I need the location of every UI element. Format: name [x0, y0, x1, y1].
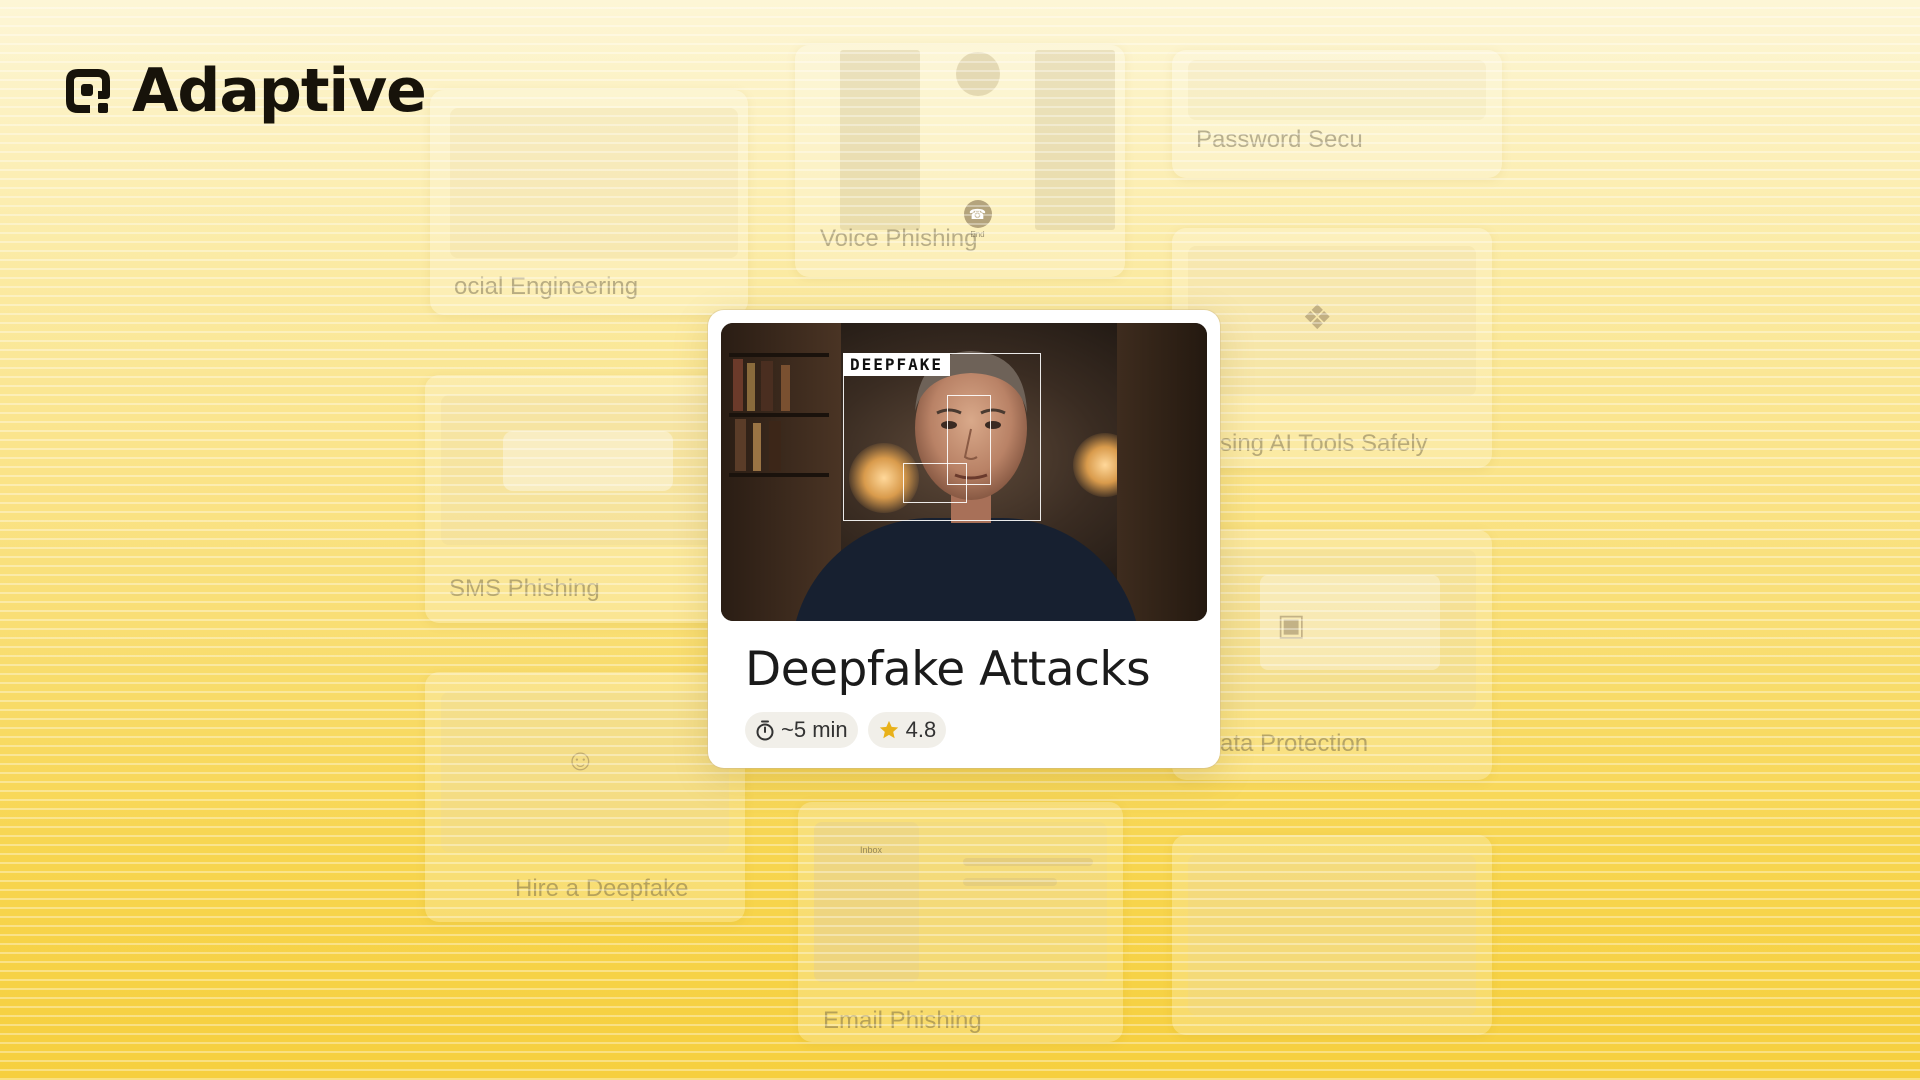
course-card-placeholder — [1172, 835, 1492, 1035]
course-card-password-security[interactable]: Password Secu — [1172, 50, 1502, 178]
mouth-detection-box — [903, 463, 967, 503]
course-title: Deepfake Attacks — [745, 642, 1151, 697]
course-card-label: Hire a Deepfake — [515, 875, 689, 902]
rating-text: 4.8 — [905, 717, 937, 742]
deepfake-preview-image: DEEPFAKE — [721, 323, 1207, 621]
duration-chip: ~5 min — [745, 712, 858, 748]
course-card-label: SMS Phishing — [449, 575, 600, 602]
course-card-label: ocial Engineering — [454, 273, 639, 300]
course-card-voice-phishing[interactable]: ☎ End Voice Phishing — [795, 45, 1125, 277]
end-call-icon[interactable]: ☎ — [963, 200, 992, 228]
adaptive-logo-icon — [66, 69, 110, 113]
course-card-label: ata Protection — [1220, 730, 1369, 757]
stopwatch-icon — [756, 720, 774, 741]
rating-chip: 4.8 — [867, 712, 947, 748]
inbox-label: Inbox — [860, 845, 883, 855]
duration-text: ~5 min — [781, 717, 848, 742]
deepfake-badge: DEEPFAKE — [843, 353, 951, 376]
course-card-sms-phishing[interactable]: SMS Phishing — [425, 375, 745, 623]
user-icon: ☺ — [565, 744, 596, 777]
brand-name: Adaptive — [132, 56, 427, 126]
course-card-hire-deepfake[interactable]: ☺ Hire a Deepfake — [425, 672, 745, 922]
course-card-label: sing AI Tools Safely — [1220, 430, 1428, 457]
course-card-email-phishing[interactable]: Inbox Email Phishing — [798, 802, 1123, 1042]
course-card-data-protection[interactable]: ▣ ata Protection — [1172, 530, 1492, 780]
course-card-label: Voice Phishing — [820, 225, 978, 252]
star-icon — [879, 720, 898, 739]
brain-icon: ❖ — [1302, 299, 1333, 337]
person-shirt — [791, 518, 1141, 621]
course-card-social-engineering[interactable]: ocial Engineering — [430, 90, 748, 315]
brand-logo[interactable]: Adaptive — [62, 56, 427, 126]
lock-icon: ▣ — [1277, 609, 1306, 642]
course-card-label: Email Phishing — [823, 1007, 982, 1034]
featured-course-card[interactable]: DEEPFAKE Deepfake Attacks ~5 min 4.8 — [708, 310, 1220, 768]
caller-avatar — [955, 52, 1000, 96]
course-card-label: Password Secu — [1196, 126, 1363, 153]
course-card-ai-tools[interactable]: ❖ sing AI Tools Safely — [1172, 228, 1492, 468]
